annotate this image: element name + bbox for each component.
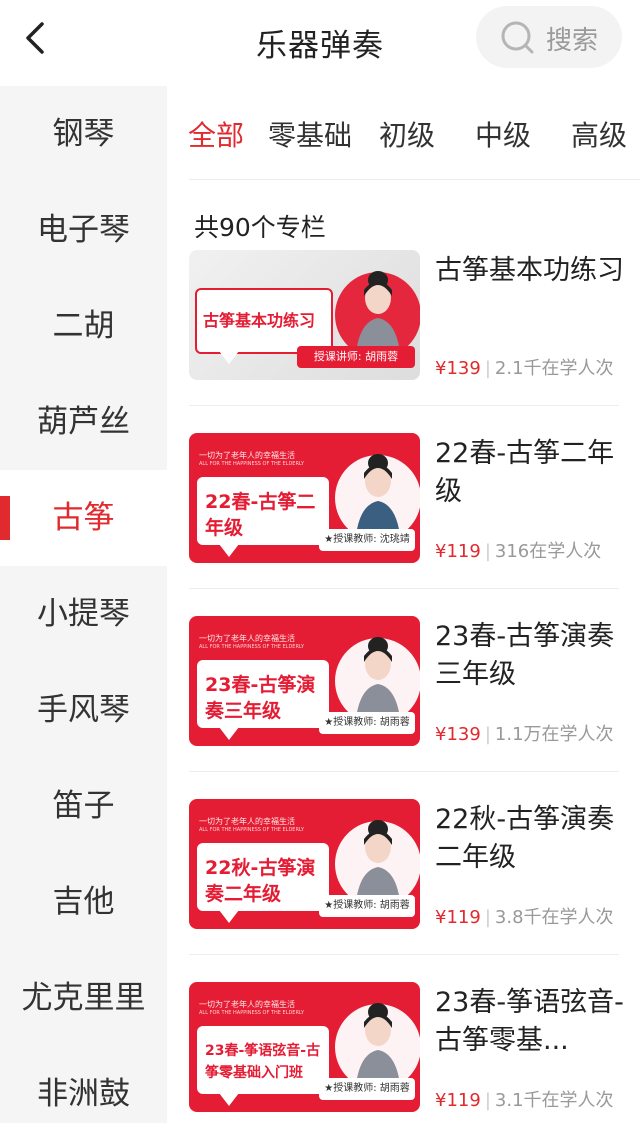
learner-count: 3.1千在学人次 [494,1090,614,1111]
sidebar-item-label: 尤克里里 [21,980,146,1016]
thumbnail-slogan: 一切为了老年人的幸福生活 [199,1000,295,1009]
thumbnail-title: 22春-古筝二年级 [205,491,316,539]
search-button[interactable]: 搜索 [476,6,622,68]
course-thumbnail: 一切为了老年人的幸福生活 ALL FOR THE HAPPINESS OF TH… [189,433,420,563]
course-meta: ¥139 | 2.1千在学人次 [435,354,614,380]
course-price: ¥139 [435,358,481,379]
sidebar-item-label: 电子琴 [37,212,130,248]
course-meta: ¥119 | 3.8千在学人次 [435,903,614,929]
thumbnail-title: 23春-古筝演奏三年级 [205,674,316,722]
sidebar-item-piano[interactable]: 钢琴 [0,86,167,182]
course-thumbnail: 古筝基本功练习 授课讲师: 胡雨蓉 [189,250,420,380]
thumbnail-slogan: 一切为了老年人的幸福生活 [199,817,295,826]
separator: | [484,541,491,562]
thumbnail-slogan-en: ALL FOR THE HAPPINESS OF THE ELDERLY [199,1010,305,1016]
course-price: ¥119 [435,1090,481,1111]
divider [189,771,619,772]
learner-count: 2.1千在学人次 [494,358,614,379]
course-title: 22春-古筝二年级 [435,438,615,507]
sidebar-item-label: 笛子 [52,788,115,824]
learner-count: 316在学人次 [494,541,602,562]
thumbnail-slogan: 一切为了老年人的幸福生活 [199,634,295,643]
separator: | [484,1090,491,1111]
course-card[interactable]: 古筝基本功练习 授课讲师: 胡雨蓉 古筝基本功练习 ¥139 | 2.1千在学人次 [189,250,629,406]
tab-all[interactable]: 全部 [188,114,244,154]
category-sidebar: 钢琴 电子琴 二胡 葫芦丝 古筝 小提琴 手风琴 笛子 吉他 尤克里里 非洲鼓 [0,86,167,1123]
thumbnail-slogan-en: ALL FOR THE HAPPINESS OF THE ELDERLY [199,827,305,833]
sidebar-item-label: 手风琴 [37,692,130,728]
sidebar-item-keyboard[interactable]: 电子琴 [0,182,167,278]
course-card[interactable]: 一切为了老年人的幸福生活 ALL FOR THE HAPPINESS OF TH… [189,982,629,1123]
divider [189,405,619,406]
sidebar-item-label: 钢琴 [52,116,115,152]
course-price: ¥119 [435,907,481,928]
course-count: 共90个专栏 [194,213,326,242]
divider [189,954,619,955]
sidebar-item-hulusi[interactable]: 葫芦丝 [0,374,167,470]
search-icon [501,21,534,54]
thumbnail-slogan-en: ALL FOR THE HAPPINESS OF THE ELDERLY [199,461,305,467]
sidebar-item-guitar[interactable]: 吉他 [0,854,167,950]
learner-count: 1.1万在学人次 [494,724,614,745]
thumbnail-title: 古筝基本功练习 [203,311,316,330]
course-card[interactable]: 一切为了老年人的幸福生活 ALL FOR THE HAPPINESS OF TH… [189,799,629,955]
sidebar-item-label: 二胡 [52,308,115,344]
course-thumbnail: 一切为了老年人的幸福生活 ALL FOR THE HAPPINESS OF TH… [189,616,420,746]
course-title: 23春-古筝演奏三年级 [435,621,615,690]
sidebar-item-guzheng[interactable]: 古筝 [0,470,167,566]
course-title: 古筝基本功练习 [435,255,624,286]
sidebar-item-accordion[interactable]: 手风琴 [0,662,167,758]
course-card[interactable]: 一切为了老年人的幸福生活 ALL FOR THE HAPPINESS OF TH… [189,616,629,772]
separator: | [484,907,491,928]
sidebar-item-violin[interactable]: 小提琴 [0,566,167,662]
top-bar: 乐器弹奏 搜索 [0,0,640,86]
sidebar-item-label: 小提琴 [37,596,130,632]
tab-elementary[interactable]: 初级 [379,114,435,154]
sidebar-item-flute[interactable]: 笛子 [0,758,167,854]
active-indicator [0,496,10,540]
sidebar-item-ukulele[interactable]: 尤克里里 [0,950,167,1046]
divider [189,588,619,589]
search-label: 搜索 [546,26,599,56]
tab-intermediate[interactable]: 中级 [475,114,531,154]
course-meta: ¥139 | 1.1万在学人次 [435,720,614,746]
course-card[interactable]: 一切为了老年人的幸福生活 ALL FOR THE HAPPINESS OF TH… [189,433,629,589]
course-title: 23春-筝语弦音-古筝零基... [435,987,624,1056]
thumbnail-slogan: 一切为了老年人的幸福生活 [199,451,295,460]
sidebar-item-djembe[interactable]: 非洲鼓 [0,1046,167,1123]
thumbnail-slogan-en: ALL FOR THE HAPPINESS OF THE ELDERLY [199,644,305,650]
course-meta: ¥119 | 3.1千在学人次 [435,1086,614,1112]
separator: | [484,358,491,379]
teacher-tag: ★授课教师: 胡雨蓉 [319,712,415,734]
thumbnail-title: 23春-筝语弦音-古筝零基础入门班 [205,1043,321,1081]
sidebar-item-erhu[interactable]: 二胡 [0,278,167,374]
sidebar-item-label: 古筝 [52,500,115,536]
course-meta: ¥119 | 316在学人次 [435,537,601,563]
teacher-tag: ★授课教师: 胡雨蓉 [319,895,415,917]
sidebar-item-label: 葫芦丝 [37,404,130,440]
teacher-tag: 授课讲师: 胡雨蓉 [297,346,415,368]
tab-beginner-zero[interactable]: 零基础 [268,114,352,154]
divider [189,179,640,180]
teacher-tag: ★授课教师: 沈珧靖 [319,529,415,551]
separator: | [484,724,491,745]
course-thumbnail: 一切为了老年人的幸福生活 ALL FOR THE HAPPINESS OF TH… [189,799,420,929]
course-price: ¥139 [435,724,481,745]
teacher-tag: ★授课教师: 胡雨蓉 [319,1078,415,1100]
course-price: ¥119 [435,541,481,562]
learner-count: 3.8千在学人次 [494,907,614,928]
course-title: 22秋-古筝演奏二年级 [435,804,615,873]
thumbnail-title: 22秋-古筝演奏二年级 [205,857,316,905]
course-thumbnail: 一切为了老年人的幸福生活 ALL FOR THE HAPPINESS OF TH… [189,982,420,1112]
sidebar-item-label: 非洲鼓 [37,1076,130,1112]
sidebar-item-label: 吉他 [52,884,115,920]
tab-advanced[interactable]: 高级 [571,114,627,154]
